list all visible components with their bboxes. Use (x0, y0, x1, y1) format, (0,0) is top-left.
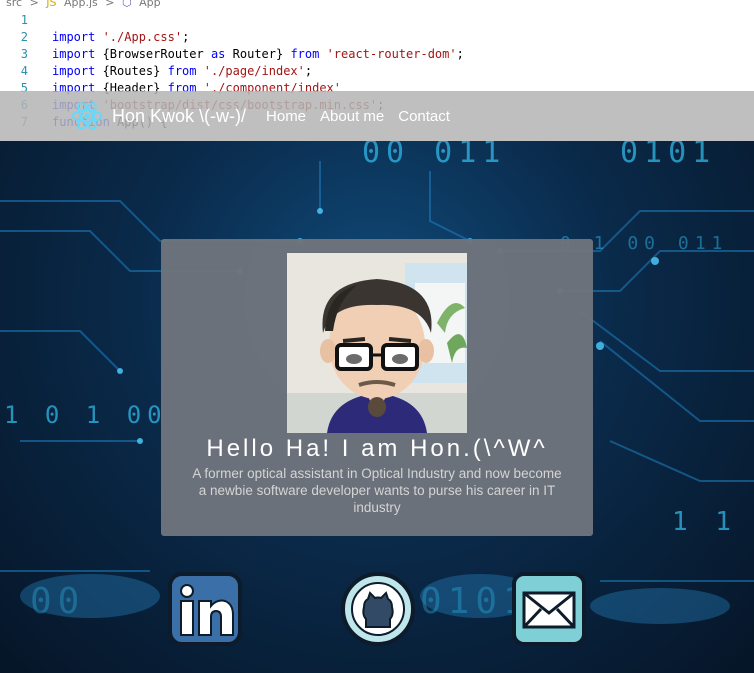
binary-text: 1 1 (672, 507, 737, 537)
avatar (287, 253, 467, 433)
bio-text: A former optical assistant in Optical In… (192, 466, 562, 515)
line-number: 1 (20, 13, 28, 27)
code-token: {Routes} (102, 64, 168, 78)
component-icon: ⬡ (122, 0, 132, 9)
code-token: ; (456, 47, 464, 61)
code-token: 'react-router-dom' (326, 47, 457, 61)
code-token: import (52, 47, 103, 61)
linkedin-icon[interactable] (167, 571, 243, 647)
binary-text: 00 (30, 581, 86, 622)
binary-text: 0101 (620, 141, 717, 170)
code-token: {BrowserRouter (102, 47, 211, 61)
greeting-heading: Hello Ha! I am Hon.(\^W^ (206, 435, 548, 462)
line-number: 4 (20, 64, 28, 78)
code-token: from (167, 64, 204, 78)
navbar: Hon Kwok \(-w-)/ Home About me Contact (0, 91, 754, 141)
breadcrumb-separator: > (29, 0, 39, 9)
code-token: import (52, 64, 103, 78)
code-line[interactable]: 2 import './App.css'; (0, 29, 464, 46)
js-file-icon: JS (46, 0, 57, 9)
react-logo-icon[interactable] (70, 99, 104, 133)
code-line[interactable]: 4 import {Routes} from './page/index'; (0, 63, 464, 80)
code-token: ; (304, 64, 313, 78)
code-token: as (210, 47, 233, 61)
breadcrumb-separator: > (105, 0, 115, 9)
breadcrumb-item[interactable]: App (139, 0, 161, 9)
brand-title[interactable]: Hon Kwok \(-w-)/ (112, 106, 246, 127)
code-token: ; (182, 30, 190, 44)
code-token: from (290, 47, 327, 61)
nav-link-contact[interactable]: Contact (398, 108, 450, 125)
avatar-illustration (287, 253, 467, 433)
github-icon[interactable] (340, 571, 416, 647)
breadcrumb: src > JS App.js > ⬡ App (6, 0, 165, 9)
code-token: import (52, 30, 103, 44)
binary-text: 1 0 1 00 (4, 401, 168, 429)
nav-link-about[interactable]: About me (320, 108, 384, 125)
code-token: Router} (232, 47, 291, 61)
hero-section: 00 011 0101 1 0 1 00 0 1 00 011 1 1 00 0… (0, 141, 754, 673)
code-token: './page/index' (203, 64, 305, 78)
line-number: 3 (20, 47, 28, 61)
breadcrumb-item[interactable]: src (6, 0, 22, 9)
code-token: './App.css' (102, 30, 183, 44)
mail-icon[interactable] (511, 571, 587, 647)
breadcrumb-item[interactable]: App.js (64, 0, 98, 9)
code-line[interactable]: 3 import {BrowserRouter as Router} from '… (0, 46, 464, 63)
profile-card: Hello Ha! I am Hon.(\^W^ A former optica… (161, 239, 593, 536)
line-number: 2 (20, 30, 28, 44)
code-line[interactable]: 1 (0, 12, 464, 29)
binary-text: 00 011 (362, 141, 507, 170)
nav-link-home[interactable]: Home (266, 108, 306, 125)
